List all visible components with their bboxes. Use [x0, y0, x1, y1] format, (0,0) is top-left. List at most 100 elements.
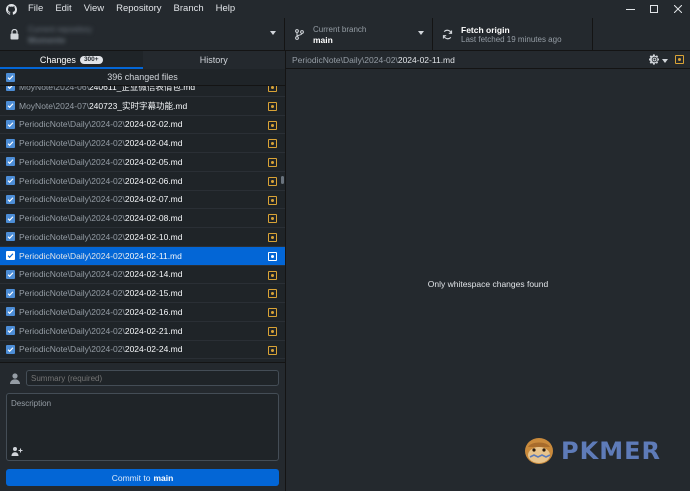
add-coauthor-icon[interactable] [11, 446, 23, 456]
file-name: 2024-02-21.md [124, 325, 183, 336]
menu-file[interactable]: File [22, 0, 49, 18]
modified-file-icon [268, 101, 277, 111]
file-checkbox[interactable] [6, 269, 15, 279]
minimize-icon[interactable] [618, 0, 642, 18]
menu-edit[interactable]: Edit [49, 0, 77, 18]
sync-icon [441, 29, 453, 41]
modified-file-icon [675, 55, 684, 64]
repository-label: Current repository [28, 24, 93, 34]
close-icon[interactable] [666, 0, 690, 18]
file-name: 2024-02-04.md [124, 138, 183, 149]
file-row[interactable]: PeriodicNote\Daily\2024-02\ 2024-02-14.md [0, 266, 285, 285]
file-row[interactable]: PeriodicNote\Daily\2024-02\ 2024-02-21.md [0, 322, 285, 341]
changed-files-count: 396 changed files [107, 72, 178, 82]
diff-file-name: 2024-02-11.md [397, 54, 455, 65]
commit-button[interactable]: Commit to main [6, 469, 279, 486]
file-row[interactable]: PeriodicNote\Daily\2024-02\ 2024-02-16.md [0, 303, 285, 322]
file-path: PeriodicNote\Daily\2024-02\ [19, 231, 125, 242]
branch-name: main [313, 34, 333, 45]
menu-branch[interactable]: Branch [168, 0, 210, 18]
commit-form: Description Commit to main [0, 362, 285, 491]
file-checkbox[interactable] [6, 176, 15, 186]
file-path: PeriodicNote\Daily\2024-02\ [19, 156, 125, 167]
file-row[interactable]: PeriodicNote\Daily\2024-02\ 2024-02-24.md [0, 341, 285, 360]
changes-sidebar: Changes 300+ History 396 changed files M… [0, 51, 286, 491]
file-checkbox[interactable] [6, 251, 15, 261]
tab-history-label: History [199, 55, 228, 65]
file-checkbox[interactable] [6, 119, 15, 129]
window-controls [618, 0, 690, 18]
file-row[interactable]: PeriodicNote\Daily\2024-02\ 2024-02-04.md [0, 134, 285, 153]
file-path: PeriodicNote\Daily\2024-02\ [19, 213, 125, 224]
current-branch-button[interactable]: Current branch main [285, 18, 433, 51]
file-name: 2024-02-14.md [124, 269, 183, 280]
file-checkbox[interactable] [6, 138, 15, 148]
file-checkbox[interactable] [6, 344, 15, 354]
commit-description-field[interactable]: Description [6, 393, 279, 461]
file-row[interactable]: PeriodicNote\Daily\2024-02\ 2024-02-11.md [0, 246, 285, 266]
fetch-origin-button[interactable]: Fetch origin Last fetched 19 minutes ago [433, 18, 593, 51]
fetch-label: Fetch origin [461, 24, 510, 35]
title-bar: File Edit View Repository Branch Help [0, 0, 690, 18]
menu-view[interactable]: View [78, 0, 110, 18]
modified-file-icon [268, 326, 277, 336]
modified-file-icon [268, 158, 277, 167]
current-repository-button[interactable]: Current repository Momente [0, 18, 285, 51]
toolbar: Current repository Momente Current branc… [0, 18, 690, 51]
file-checkbox[interactable] [6, 288, 15, 298]
modified-file-icon [268, 251, 277, 261]
commit-summary-input[interactable] [26, 370, 279, 386]
tab-changes[interactable]: Changes 300+ [0, 51, 143, 69]
tab-history[interactable]: History [143, 51, 286, 69]
modified-file-icon [268, 308, 277, 317]
file-row[interactable]: PeriodicNote\Daily\2024-02\ 2024-02-08.md [0, 209, 285, 228]
file-checkbox[interactable] [6, 101, 15, 111]
file-row[interactable]: MoyNote\2024-06\ 240611_企业微信表情包.md [0, 86, 285, 97]
file-name: 2024-02-15.md [124, 288, 183, 299]
file-checkbox[interactable] [6, 232, 15, 242]
modified-file-icon [268, 120, 277, 130]
diff-settings-button[interactable] [648, 54, 668, 67]
menu-repository[interactable]: Repository [110, 0, 167, 18]
diff-header: PeriodicNote\Daily\2024-02\ 2024-02-11.md [286, 51, 690, 69]
select-all-checkbox[interactable] [6, 73, 15, 82]
gear-icon [648, 54, 660, 67]
diff-panel: PeriodicNote\Daily\2024-02\ 2024-02-11.md… [286, 51, 690, 491]
file-row[interactable]: PeriodicNote\Daily\2024-02\ 2024-02-06.md [0, 172, 285, 191]
file-row[interactable]: PeriodicNote\Daily\2024-02\ 2024-02-15.md [0, 284, 285, 303]
chevron-down-icon [418, 31, 424, 35]
diff-message: Only whitespace changes found [427, 279, 549, 289]
file-path: PeriodicNote\Daily\2024-02\ [19, 306, 125, 317]
branch-label: Current branch [313, 24, 367, 34]
file-checkbox[interactable] [6, 326, 15, 336]
file-path: PeriodicNote\Daily\2024-02\ [19, 269, 125, 280]
file-row[interactable]: PeriodicNote\Daily\2024-02\ 2024-02-07.md [0, 191, 285, 210]
commit-button-branch: main [153, 472, 174, 483]
file-path: MoyNote\2024-06\ [19, 86, 89, 92]
file-row[interactable]: PeriodicNote\Daily\2024-02\ 2024-02-05.md [0, 153, 285, 172]
file-checkbox[interactable] [6, 213, 15, 223]
file-checkbox[interactable] [6, 307, 15, 317]
pkmer-watermark: PKMER [522, 433, 661, 469]
branch-icon [293, 29, 305, 41]
file-path: PeriodicNote\Daily\2024-02\ [19, 250, 125, 261]
file-path: PeriodicNote\Daily\2024-02\ [19, 119, 125, 130]
file-name: 2024-02-02.md [124, 119, 183, 130]
file-checkbox[interactable] [6, 86, 15, 92]
file-row[interactable]: MoyNote\2024-07\ 240723_实时字幕功能.md [0, 97, 285, 116]
avatar-icon [9, 372, 21, 384]
sidebar-tabs: Changes 300+ History [0, 51, 285, 69]
file-name: 2024-02-10.md [124, 231, 183, 242]
maximize-icon[interactable] [642, 0, 666, 18]
menu-help[interactable]: Help [210, 0, 242, 18]
modified-file-icon [268, 86, 277, 92]
file-path: PeriodicNote\Daily\2024-02\ [19, 288, 125, 299]
pkmer-text: PKMER [561, 437, 661, 465]
file-path: PeriodicNote\Daily\2024-02\ [19, 175, 125, 186]
github-logo-icon [0, 0, 22, 18]
changed-files-list[interactable]: MoyNote\2024-06\ 240611_企业微信表情包.md MoyNote… [0, 86, 285, 360]
file-row[interactable]: PeriodicNote\Daily\2024-02\ 2024-02-10.md [0, 228, 285, 247]
file-checkbox[interactable] [6, 157, 15, 167]
file-row[interactable]: PeriodicNote\Daily\2024-02\ 2024-02-02.md [0, 116, 285, 135]
file-checkbox[interactable] [6, 194, 15, 204]
